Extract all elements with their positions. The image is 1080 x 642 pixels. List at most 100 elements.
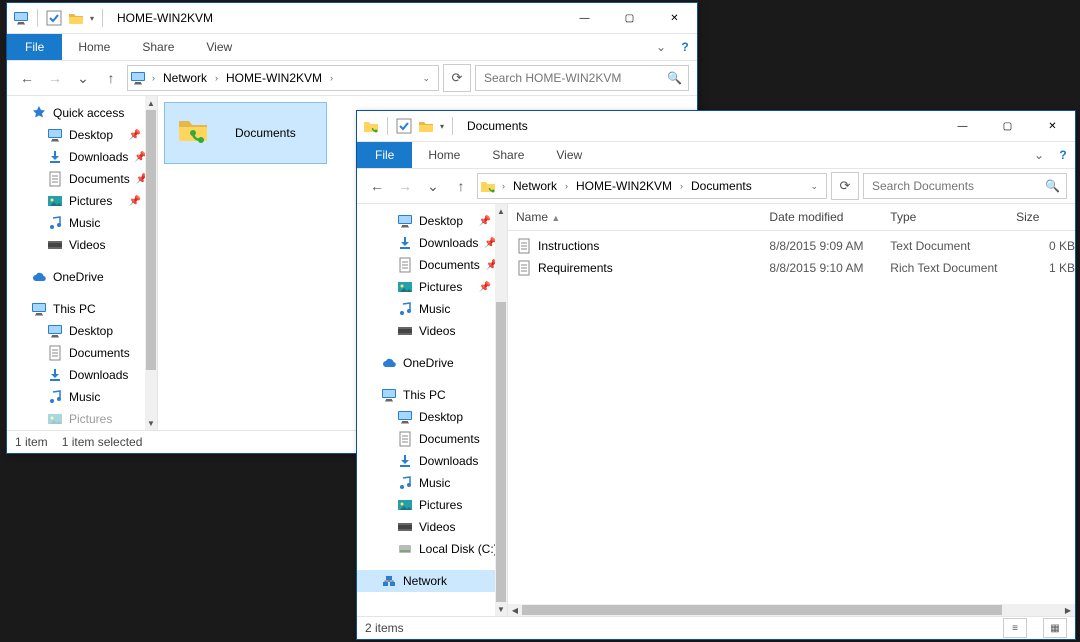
qat-customize-icon[interactable]: ▾ (440, 122, 444, 131)
system-menu-icon[interactable] (13, 10, 29, 26)
nav-this-pc[interactable]: This PC (357, 384, 495, 406)
help-icon[interactable]: ? (1051, 142, 1075, 168)
nav-documents[interactable]: Documents📌 (7, 168, 145, 190)
refresh-button[interactable]: ⟳ (443, 64, 471, 92)
nav-downloads[interactable]: Downloads📌 (7, 146, 145, 168)
chevron-right-icon[interactable]: › (148, 73, 159, 83)
minimize-button[interactable]: — (940, 111, 985, 141)
nav-tp-music[interactable]: Music (357, 472, 495, 494)
nav-pictures[interactable]: Pictures📌 (7, 190, 145, 212)
minimize-button[interactable]: — (562, 3, 607, 33)
nav-tp-documents[interactable]: Documents (357, 428, 495, 450)
close-button[interactable]: ✕ (1030, 111, 1075, 141)
qat-customize-icon[interactable]: ▾ (90, 14, 94, 23)
folder-item-documents[interactable]: Documents (164, 102, 327, 164)
recent-locations-button[interactable]: ⌄ (421, 174, 445, 198)
scroll-up-icon[interactable]: ▲ (147, 96, 155, 110)
maximize-button[interactable]: ▢ (985, 111, 1030, 141)
nav-tp-music[interactable]: Music (7, 386, 145, 408)
scroll-down-icon[interactable]: ▼ (147, 416, 155, 430)
chevron-right-icon[interactable]: › (561, 181, 572, 191)
close-button[interactable]: ✕ (652, 3, 697, 33)
nav-videos[interactable]: Videos (357, 320, 495, 342)
tab-file[interactable]: File (7, 34, 62, 60)
search-icon[interactable]: 🔍 (667, 71, 682, 85)
tab-view[interactable]: View (540, 142, 598, 168)
breadcrumb-network[interactable]: Network (159, 66, 211, 90)
breadcrumb-documents[interactable]: Documents (687, 174, 756, 198)
up-button[interactable]: ↑ (99, 66, 123, 90)
qat-properties-icon[interactable] (396, 118, 412, 134)
col-type[interactable]: Type (882, 210, 1008, 224)
nav-tp-pictures[interactable]: Pictures (357, 494, 495, 516)
scroll-left-icon[interactable]: ◀ (508, 606, 522, 615)
view-largeicons-button[interactable]: ▦ (1043, 618, 1067, 638)
nav-music[interactable]: Music (7, 212, 145, 234)
content-hscrollbar[interactable]: ◀ ▶ (508, 604, 1075, 616)
nav-tp-videos[interactable]: Videos (357, 516, 495, 538)
nav-scrollbar[interactable]: ▲ ▼ (145, 96, 157, 430)
ribbon-collapse-icon[interactable]: ⌄ (1027, 142, 1051, 168)
nav-videos[interactable]: Videos (7, 234, 145, 256)
nav-scrollbar[interactable]: ▲ ▼ (495, 204, 507, 616)
tab-share[interactable]: Share (126, 34, 190, 60)
file-row[interactable]: Requirements8/8/2015 9:10 AMRich Text Do… (508, 257, 1075, 279)
scroll-up-icon[interactable]: ▲ (497, 204, 505, 218)
nav-tp-downloads[interactable]: Downloads (357, 450, 495, 472)
qat-newfolder-icon[interactable] (418, 118, 434, 134)
chevron-right-icon[interactable]: › (211, 73, 222, 83)
scroll-right-icon[interactable]: ▶ (1061, 606, 1075, 615)
up-button[interactable]: ↑ (449, 174, 473, 198)
view-details-button[interactable]: ≡ (1003, 618, 1027, 638)
address-dropdown-icon[interactable]: ⌄ (416, 73, 436, 84)
nav-desktop[interactable]: Desktop📌 (7, 124, 145, 146)
nav-downloads[interactable]: Downloads📌 (357, 232, 495, 254)
help-icon[interactable]: ? (673, 34, 697, 60)
nav-onedrive[interactable]: OneDrive (357, 352, 495, 374)
nav-documents[interactable]: Documents📌 (357, 254, 495, 276)
col-date[interactable]: Date modified (761, 210, 882, 224)
recent-locations-button[interactable]: ⌄ (71, 66, 95, 90)
maximize-button[interactable]: ▢ (607, 3, 652, 33)
forward-button[interactable]: → (393, 174, 417, 198)
tab-home[interactable]: Home (62, 34, 126, 60)
address-bar[interactable]: › Network › HOME-WIN2KVM › ⌄ (127, 65, 439, 91)
refresh-button[interactable]: ⟳ (831, 172, 859, 200)
nav-music[interactable]: Music (357, 298, 495, 320)
content-pane[interactable]: Name ▲ Date modified Type Size Instructi… (508, 204, 1075, 616)
forward-button[interactable]: → (43, 66, 67, 90)
breadcrumb-host[interactable]: HOME-WIN2KVM (222, 66, 326, 90)
chevron-right-icon[interactable]: › (676, 181, 687, 191)
chevron-right-icon[interactable]: › (326, 73, 337, 83)
nav-pictures[interactable]: Pictures📌 (357, 276, 495, 298)
nav-tp-downloads[interactable]: Downloads (7, 364, 145, 386)
nav-tp-pictures[interactable]: Pictures (7, 408, 145, 430)
search-input[interactable] (482, 70, 667, 86)
search-box[interactable]: 🔍 (475, 65, 689, 91)
breadcrumb-host[interactable]: HOME-WIN2KVM (572, 174, 676, 198)
breadcrumb-network[interactable]: Network (509, 174, 561, 198)
back-button[interactable]: ← (15, 66, 39, 90)
tab-share[interactable]: Share (476, 142, 540, 168)
address-bar[interactable]: › Network › HOME-WIN2KVM › Documents ⌄ (477, 173, 827, 199)
search-box[interactable]: 🔍 (863, 173, 1067, 199)
chevron-right-icon[interactable]: › (498, 181, 509, 191)
col-name[interactable]: Name ▲ (508, 210, 761, 224)
tab-file[interactable]: File (357, 142, 412, 168)
tab-home[interactable]: Home (412, 142, 476, 168)
nav-this-pc[interactable]: This PC (7, 298, 145, 320)
search-icon[interactable]: 🔍 (1045, 179, 1060, 193)
col-size[interactable]: Size (1008, 210, 1075, 224)
scroll-down-icon[interactable]: ▼ (497, 602, 505, 616)
nav-quick-access[interactable]: Quick access (7, 102, 145, 124)
qat-newfolder-icon[interactable] (68, 10, 84, 26)
back-button[interactable]: ← (365, 174, 389, 198)
nav-tp-localdisk[interactable]: Local Disk (C:) (357, 538, 495, 560)
nav-desktop[interactable]: Desktop📌 (357, 210, 495, 232)
search-input[interactable] (870, 178, 1045, 194)
nav-network[interactable]: Network (357, 570, 495, 592)
nav-tp-desktop[interactable]: Desktop (357, 406, 495, 428)
address-dropdown-icon[interactable]: ⌄ (804, 181, 824, 192)
nav-tp-desktop[interactable]: Desktop (7, 320, 145, 342)
file-row[interactable]: Instructions8/8/2015 9:09 AMText Documen… (508, 235, 1075, 257)
